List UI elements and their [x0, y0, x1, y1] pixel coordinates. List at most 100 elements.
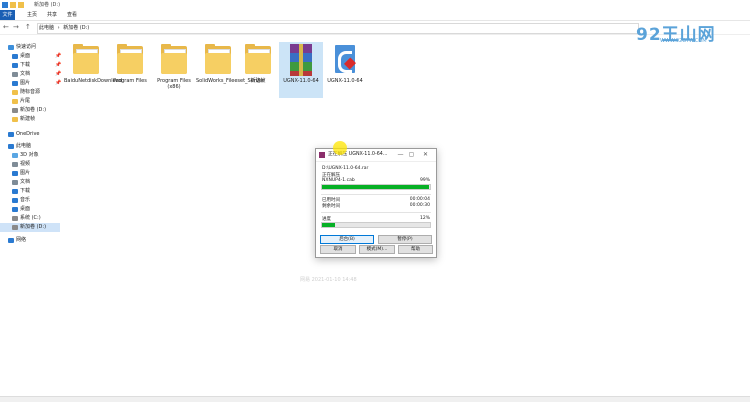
pin-icon: 📌 — [55, 80, 62, 86]
drive-icon — [12, 108, 18, 113]
drive-icon — [12, 216, 18, 221]
sidebar-item-folder-2[interactable]: 片尾 — [0, 97, 60, 106]
maximize-button[interactable]: ▢ — [407, 149, 416, 161]
close-button[interactable]: ✕ — [421, 149, 430, 161]
remaining-value: 00:00:30 — [409, 203, 430, 208]
sidebar-item-pictures-pc[interactable]: 图片 — [0, 169, 60, 178]
sidebar-item-documents[interactable]: 文档 📌 — [0, 70, 62, 79]
mode-button[interactable]: 模式(M)... — [359, 245, 395, 254]
file-item-program-files-x86[interactable]: Program Files (x86) — [152, 42, 196, 98]
folder-icon — [245, 44, 271, 74]
divider — [321, 194, 431, 195]
winrar-archive-icon — [290, 44, 312, 76]
sidebar-item-desktop[interactable]: 桌面 📌 — [0, 52, 61, 61]
picture-icon — [12, 171, 18, 176]
sidebar-item-label: 音乐 — [20, 197, 31, 203]
archive-path: D:\UGNX-11.0-64.rar — [322, 166, 369, 171]
sidebar-item-network[interactable]: 网络 — [0, 236, 60, 245]
pin-icon: 📌 — [55, 71, 62, 77]
tab-view[interactable]: 查看 — [62, 10, 82, 20]
forward-button[interactable]: → — [13, 23, 19, 32]
sidebar-item-label: 新加卷 (D:) — [20, 224, 47, 230]
drive-icon — [12, 225, 18, 230]
sidebar-item-downloads[interactable]: 下载 📌 — [0, 61, 62, 70]
file-item-ugnx-exe[interactable]: UGNX-11.0-64 — [323, 42, 367, 98]
sidebar-item-label: 网络 — [16, 237, 27, 243]
cloud-icon — [8, 132, 14, 137]
tab-share[interactable]: 共享 — [42, 10, 62, 20]
up-button[interactable]: ↑ — [25, 23, 31, 32]
file-item-baidunetdisk[interactable]: BaiduNetdiskDownload — [64, 42, 122, 98]
sidebar-item-this-pc[interactable]: 此电脑 — [0, 142, 60, 151]
help-button[interactable]: 帮助 — [398, 245, 433, 254]
sidebar-item-downloads-pc[interactable]: 下载 — [0, 187, 60, 196]
file-label: SolidWorks_Fileeset_Server — [196, 78, 264, 84]
sidebar-item-videos[interactable]: 视频 — [0, 160, 60, 169]
download-icon — [12, 189, 18, 194]
folder-icon — [73, 44, 99, 74]
video-icon — [12, 162, 18, 167]
sidebar-item-label: 下载 — [20, 188, 31, 194]
sidebar-item-folder-1[interactable]: 随标音源 — [0, 88, 60, 97]
sidebar-item-quick-access[interactable]: 快速访问 — [0, 43, 60, 52]
quick-access-icon[interactable] — [2, 2, 8, 8]
file-item-solidworks[interactable]: SolidWorks_Fileeset_Server — [196, 42, 264, 98]
sidebar-item-label: 3D 对象 — [20, 152, 39, 158]
sidebar-item-label: 随标音源 — [20, 89, 41, 95]
new-folder-icon[interactable] — [18, 2, 24, 8]
file-item-ugnx-rar[interactable]: UGNX-11.0-64 — [279, 42, 323, 98]
pin-icon: 📌 — [55, 62, 62, 68]
desktop-icon — [12, 207, 18, 212]
sidebar-item-label: 新加卷 (D:) — [20, 107, 47, 113]
address-box[interactable]: 此电脑 › 新加卷 (D:) — [37, 23, 639, 34]
extract-progress-dialog: 正在解压 UGNX-11.0-64... — ▢ ✕ D:\UGNX-11.0-… — [315, 148, 437, 258]
sidebar-item-onedrive[interactable]: OneDrive — [0, 130, 60, 139]
sidebar-item-music[interactable]: 音乐 — [0, 196, 60, 205]
installer-icon — [332, 45, 358, 75]
window-title: 新加卷 (D:) — [34, 2, 61, 8]
sidebar-item-label: 片尾 — [20, 98, 31, 104]
folder-icon — [117, 44, 143, 74]
pause-button[interactable]: 暂停(P) — [378, 235, 432, 244]
sidebar-item-drive-d[interactable]: 新加卷 (D:) — [0, 223, 60, 232]
progress-percent: 12% — [419, 216, 430, 221]
breadcrumb-separator: › — [57, 25, 60, 31]
star-icon — [8, 45, 14, 50]
sidebar-item-documents-pc[interactable]: 文档 — [0, 178, 60, 187]
folder-icon — [12, 117, 18, 122]
sidebar-item-label: 桌面 — [20, 53, 31, 59]
sidebar-item-label: 下载 — [20, 62, 31, 68]
cancel-button[interactable]: 取消 — [320, 245, 356, 254]
breadcrumb-drive-d[interactable]: 新加卷 (D:) — [62, 25, 90, 31]
document-icon — [12, 180, 18, 185]
tab-home[interactable]: 主页 — [22, 10, 42, 20]
current-file-name: NXNUP4-1.cab — [322, 178, 355, 183]
background-button[interactable]: 后台(B) — [320, 235, 374, 244]
file-label: 新建帧 — [250, 78, 266, 84]
total-progress-bar — [321, 222, 431, 228]
file-progress-bar — [321, 184, 431, 190]
sidebar-item-drive-c[interactable]: 系统 (C:) — [0, 214, 60, 223]
cursor-highlight — [333, 141, 347, 155]
minimize-button[interactable]: — — [396, 149, 405, 161]
sidebar-item-pictures[interactable]: 图片 📌 — [0, 79, 62, 88]
total-progress-fill — [322, 223, 335, 227]
sidebar-item-drive-d-quick[interactable]: 新加卷 (D:) — [0, 106, 60, 115]
tab-file[interactable]: 文件 — [0, 10, 15, 20]
sidebar-item-folder-3[interactable]: 新建帧 — [0, 115, 60, 124]
properties-icon[interactable] — [10, 2, 16, 8]
sidebar-item-desktop-pc[interactable]: 桌面 — [0, 205, 60, 214]
sidebar-item-3d-objects[interactable]: 3D 对象 — [0, 151, 60, 160]
network-icon — [8, 238, 14, 243]
file-label: Program Files (x86) — [157, 78, 191, 90]
breadcrumb-this-pc[interactable]: 此电脑 — [38, 25, 55, 31]
file-item-new-folder[interactable]: 新建帧 — [236, 42, 280, 98]
sidebar-item-label: 系统 (C:) — [20, 215, 41, 221]
sidebar-item-label: 文档 — [20, 179, 31, 185]
status-bar — [0, 396, 750, 402]
back-button[interactable]: ← — [3, 23, 9, 32]
cube-icon — [12, 153, 18, 158]
file-item-program-files[interactable]: Program Files — [108, 42, 152, 98]
sidebar-item-label: 桌面 — [20, 206, 31, 212]
download-icon — [12, 63, 18, 68]
